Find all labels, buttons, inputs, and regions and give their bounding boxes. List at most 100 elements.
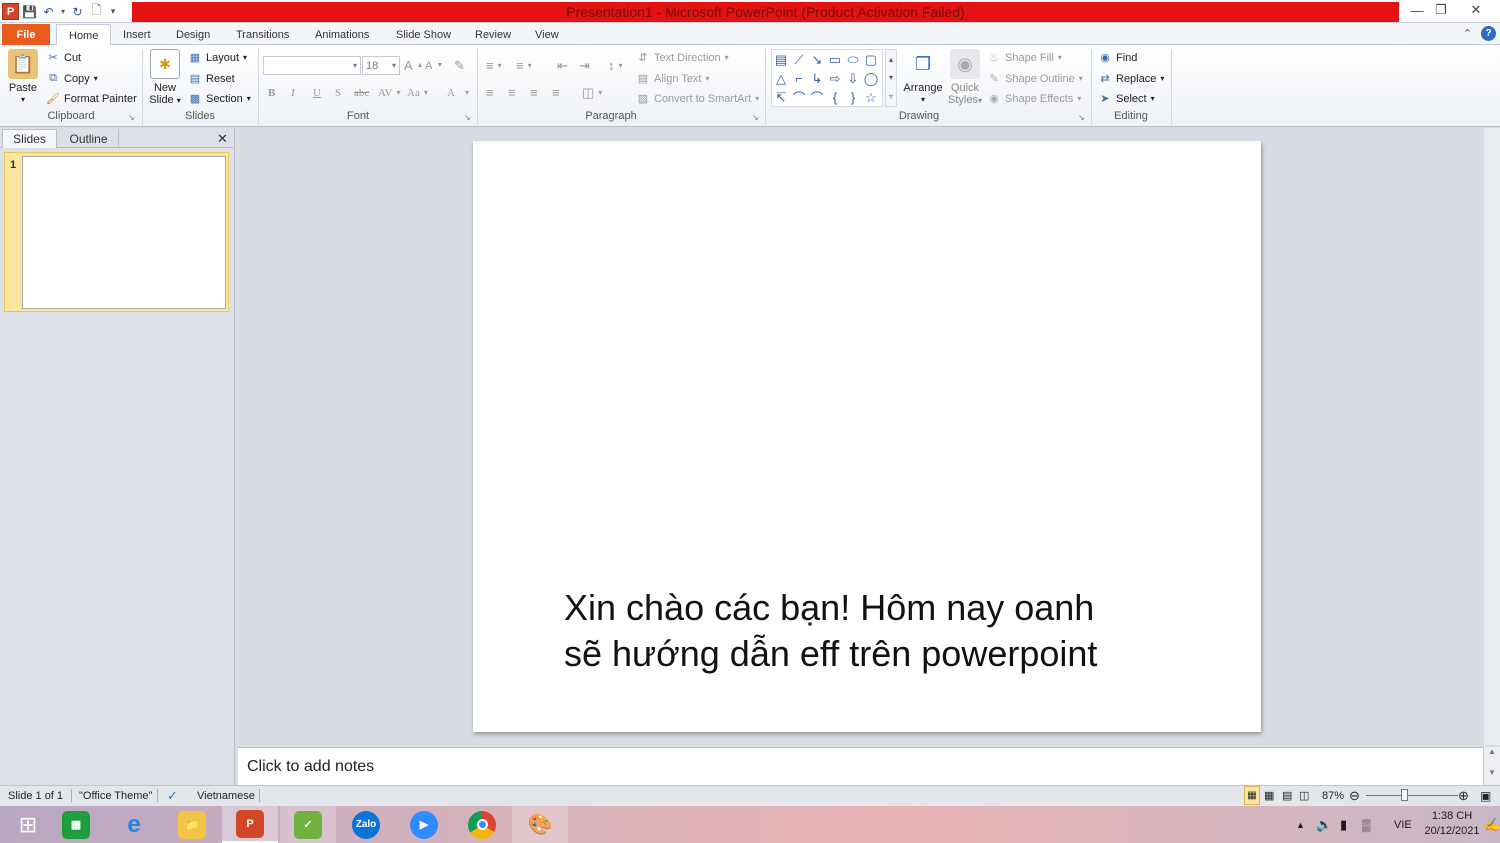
taskbar-store[interactable]: ▦	[48, 806, 104, 843]
clock[interactable]: 1:38 CH 20/12/2021	[1422, 809, 1482, 839]
select-button[interactable]: ➤ Select ▾	[1098, 89, 1154, 108]
text-direction-button[interactable]: ⇵ Text Direction ▾	[636, 48, 728, 67]
font-name-combo[interactable]: ▾	[263, 56, 361, 75]
zoom-level[interactable]: 87%	[1322, 786, 1344, 805]
align-text-button[interactable]: ▤ Align Text ▾	[636, 69, 710, 88]
shapes-scroll[interactable]: ▴ ▾ ▿	[885, 49, 897, 107]
dialog-launcher-icon[interactable]: ↘	[752, 113, 759, 122]
taskbar-chrome[interactable]	[454, 806, 510, 843]
character-spacing-icon[interactable]: AV ▾	[378, 83, 401, 102]
freeform-shape-icon[interactable]: ◯	[862, 69, 880, 88]
notes-pane[interactable]: Click to add notes	[238, 747, 1483, 785]
close-panel-icon[interactable]: ✕	[217, 131, 228, 147]
spell-check-icon[interactable]: ✓	[167, 786, 178, 805]
slide-text-box[interactable]: Xin chào các bạn! Hôm nay oanh sẽ hướng …	[564, 585, 1184, 677]
taskbar-paint[interactable]: 🎨	[512, 806, 568, 843]
tab-insert[interactable]: Insert	[111, 24, 163, 45]
align-right-icon[interactable]: ≡	[530, 83, 538, 102]
undo-icon[interactable]: ↶	[40, 3, 57, 20]
language[interactable]: Vietnamese	[197, 786, 255, 805]
arc-shape-icon[interactable]: ⌒	[790, 88, 808, 107]
right-brace-shape-icon[interactable]: }	[844, 88, 862, 107]
shrink-font-icon[interactable]: A ▼	[425, 56, 443, 75]
layout-button[interactable]: ▦ Layout ▾	[188, 48, 247, 67]
tab-slides[interactable]: Slides	[2, 129, 57, 148]
taskbar-ie[interactable]: e	[106, 806, 162, 843]
find-button[interactable]: ◉ Find	[1098, 48, 1137, 67]
tab-outline[interactable]: Outline	[59, 129, 119, 148]
powerpoint-logo-icon[interactable]: P	[2, 3, 19, 20]
tab-file[interactable]: File	[2, 24, 50, 45]
theme-name[interactable]: "Office Theme"	[79, 786, 152, 805]
tab-slide-show[interactable]: Slide Show	[384, 24, 463, 45]
customize-toolbar-icon[interactable]: ▾	[107, 3, 119, 20]
taskbar-zalo[interactable]: Zalo	[338, 806, 394, 843]
paste-button[interactable]: 📋 Paste ▾	[6, 49, 40, 106]
shapes-gallery[interactable]: ▤ ⟋ ↘ ▭ ⬭ ▢ △ ⌐ ↳ ⇨ ⇩ ◯ ↸ ⌒ ⌒ { } ☆	[771, 49, 883, 107]
replace-button[interactable]: ⇄ Replace ▾	[1098, 69, 1164, 88]
zoom-slider[interactable]	[1366, 795, 1458, 796]
help-icon[interactable]: ?	[1481, 26, 1496, 41]
arrange-button[interactable]: ❐ Arrange ▾	[903, 49, 943, 106]
taskbar-powerpoint[interactable]: P	[222, 806, 278, 843]
taskbar-zoom[interactable]: ▶	[396, 806, 452, 843]
increase-indent-icon[interactable]: ⇥	[579, 56, 590, 75]
rounded-rectangle-shape-icon[interactable]: ▢	[862, 50, 880, 69]
dialog-launcher-icon[interactable]: ↘	[464, 113, 471, 122]
quick-styles-button[interactable]: ◉ Quick Styles▾	[946, 49, 984, 107]
show-hidden-icons[interactable]: ▲	[1296, 806, 1305, 843]
input-language[interactable]: VIE	[1394, 806, 1412, 843]
taskbar-file-explorer[interactable]: 📁	[164, 806, 220, 843]
shape-fill-button[interactable]: ♨ Shape Fill ▾	[987, 48, 1062, 67]
down-arrow-shape-icon[interactable]: ⇩	[844, 69, 862, 88]
tab-design[interactable]: Design	[164, 24, 222, 45]
elbow-arrow-shape-icon[interactable]: ↳	[808, 69, 826, 88]
curve-shape-icon[interactable]: ↸	[772, 88, 790, 107]
restore-icon[interactable]: ❐	[1427, 0, 1455, 20]
network-icon[interactable]: ▒	[1362, 806, 1371, 843]
strikethrough-icon[interactable]: abc	[354, 83, 369, 102]
tab-view[interactable]: View	[523, 24, 571, 45]
line-spacing-icon[interactable]: ↕ ▾	[608, 56, 623, 75]
columns-icon[interactable]: ◫ ▾	[582, 83, 602, 102]
slide-thumbnail[interactable]	[22, 156, 226, 309]
right-arrow-shape-icon[interactable]: ⇨	[826, 69, 844, 88]
redo-icon[interactable]: ↻	[69, 3, 86, 20]
clear-formatting-icon[interactable]: ✎	[454, 56, 465, 75]
save-icon[interactable]: 💾	[21, 3, 38, 20]
triangle-shape-icon[interactable]: △	[772, 69, 790, 88]
textbox-shape-icon[interactable]: ▤	[772, 50, 790, 69]
align-center-icon[interactable]: ≡	[508, 83, 516, 102]
scroll-down-icon[interactable]: ▼	[1484, 768, 1500, 777]
elbow-connector-shape-icon[interactable]: ⌐	[790, 69, 808, 88]
new-document-icon[interactable]: 🗋	[88, 3, 105, 20]
section-button[interactable]: ▩ Section ▾	[188, 89, 251, 108]
star-shape-icon[interactable]: ☆	[862, 88, 880, 107]
tab-animations[interactable]: Animations	[303, 24, 381, 45]
shape-effects-button[interactable]: ◉ Shape Effects ▾	[987, 89, 1081, 108]
numbering-icon[interactable]: ≡ ▾	[516, 56, 532, 75]
format-painter-button[interactable]: 🖌 Format Painter	[46, 89, 137, 108]
volume-icon[interactable]: 🔈	[1316, 806, 1332, 843]
convert-smartart-button[interactable]: ▧ Convert to SmartArt ▾	[636, 89, 759, 108]
underline-icon[interactable]: U	[313, 83, 321, 102]
undo-dropdown-icon[interactable]: ▾	[59, 3, 67, 20]
zoom-slider-thumb[interactable]	[1401, 789, 1408, 801]
decrease-indent-icon[interactable]: ⇤	[557, 56, 568, 75]
taskbar-app[interactable]: ✓	[280, 806, 336, 843]
zoom-in-icon[interactable]: ⊕	[1458, 786, 1469, 805]
rectangle-shape-icon[interactable]: ▭	[826, 50, 844, 69]
font-size-combo[interactable]: 18 ▾	[362, 56, 400, 75]
slide-show-icon[interactable]: ◫	[1299, 786, 1309, 805]
zoom-out-icon[interactable]: ⊖	[1349, 786, 1360, 805]
font-color-icon[interactable]: A ▾	[447, 83, 469, 102]
dialog-launcher-icon[interactable]: ↘	[1078, 113, 1085, 122]
justify-icon[interactable]: ≡	[552, 83, 560, 102]
new-slide-button[interactable]: ✱ New Slide ▾	[148, 49, 182, 107]
scroll-up-icon[interactable]: ▲	[1484, 747, 1500, 756]
editor-scrollbar[interactable]	[1484, 128, 1500, 745]
line-shape-icon[interactable]: ⟋	[790, 50, 808, 69]
tab-home[interactable]: Home	[56, 24, 112, 46]
minimize-ribbon-icon[interactable]: ⌃	[1463, 27, 1472, 40]
text-shadow-icon[interactable]: S	[335, 83, 341, 102]
